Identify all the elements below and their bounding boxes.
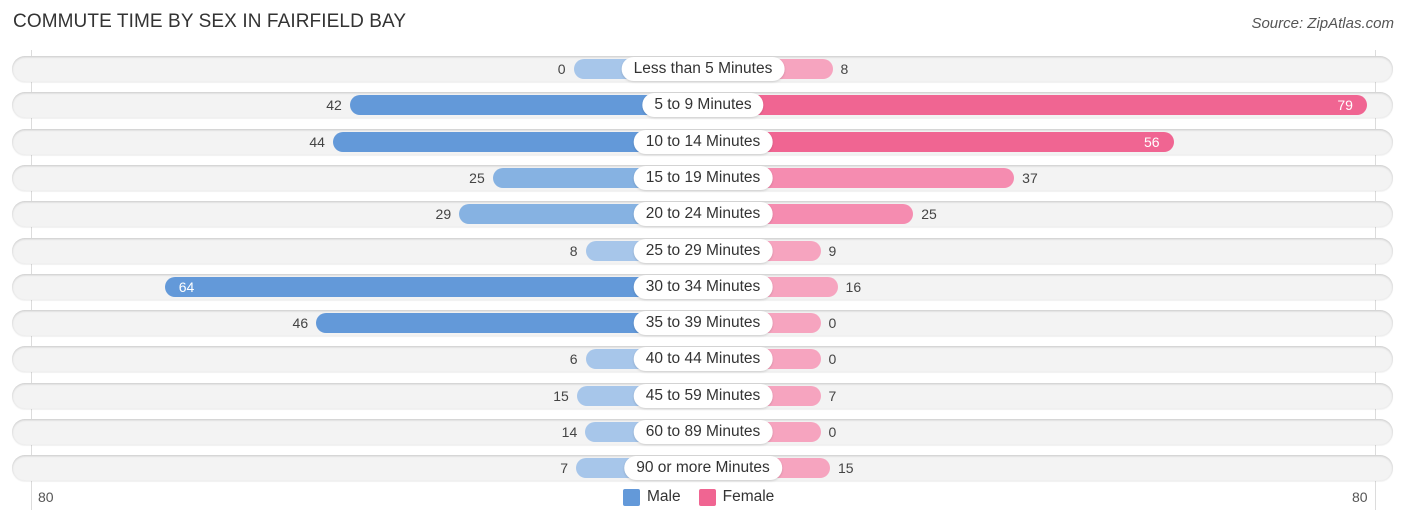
male-value-label: 29: [435, 206, 452, 223]
chart-area: Less than 5 Minutes 0 8 5 to 9 Minutes 42 79 1…: [0, 0, 1406, 523]
female-bar[interactable]: [703, 131, 1174, 152]
female-value-label: 79: [1337, 97, 1353, 114]
female-value-label: 9: [828, 242, 837, 259]
legend-swatch-female: [698, 488, 716, 506]
axis-left-max-label: 80: [38, 489, 54, 505]
female-value-label: 37: [1022, 169, 1038, 186]
category-label: 25 to 29 Minutes: [633, 238, 773, 263]
legend-swatch-male: [623, 488, 640, 506]
legend: Male Female: [623, 488, 792, 506]
legend-item-female[interactable]: Female: [698, 488, 775, 506]
male-value-label: 42: [326, 97, 342, 114]
category-label: 35 to 39 Minutes: [633, 311, 773, 336]
male-value-label: 15: [553, 387, 569, 404]
male-value-label: 44: [309, 133, 325, 150]
female-bar[interactable]: [703, 95, 1368, 116]
category-label: 10 to 14 Minutes: [633, 129, 773, 154]
category-label: 40 to 44 Minutes: [633, 347, 773, 372]
category-label: 15 to 19 Minutes: [633, 165, 773, 190]
female-value-label: 0: [828, 424, 837, 440]
category-label: 30 to 34 Minutes: [633, 274, 773, 299]
male-value-label: 14: [561, 424, 578, 440]
category-label: 45 to 59 Minutes: [633, 383, 773, 408]
female-value-label: 7: [828, 387, 837, 404]
female-value-label: 15: [838, 460, 854, 477]
male-value-label: 8: [569, 242, 578, 259]
male-value-label: 7: [560, 460, 568, 477]
category-label: 90 or more Minutes: [624, 456, 782, 481]
male-bar[interactable]: [164, 276, 703, 297]
female-value-label: 0: [828, 351, 837, 368]
male-value-label: 25: [469, 169, 485, 186]
male-value-label: 46: [292, 315, 309, 332]
female-value-label: 25: [921, 206, 937, 223]
category-label: 60 to 89 Minutes: [633, 420, 773, 444]
female-value-label: 16: [845, 278, 862, 295]
axis-right-max-label: 80: [1352, 489, 1368, 505]
category-label: 20 to 24 Minutes: [633, 202, 773, 227]
legend-item-male[interactable]: Male: [623, 488, 681, 506]
legend-label-female: Female: [722, 488, 775, 505]
male-value-label: 64: [178, 278, 195, 295]
category-label: Less than 5 Minutes: [621, 57, 785, 81]
male-value-label: 6: [569, 351, 578, 368]
female-value-label: 8: [840, 61, 849, 77]
female-value-label: 0: [828, 315, 837, 332]
category-label: 5 to 9 Minutes: [642, 93, 764, 118]
female-value-label: 56: [1143, 133, 1160, 150]
legend-label-male: Male: [647, 488, 681, 505]
male-value-label: 0: [557, 61, 566, 77]
